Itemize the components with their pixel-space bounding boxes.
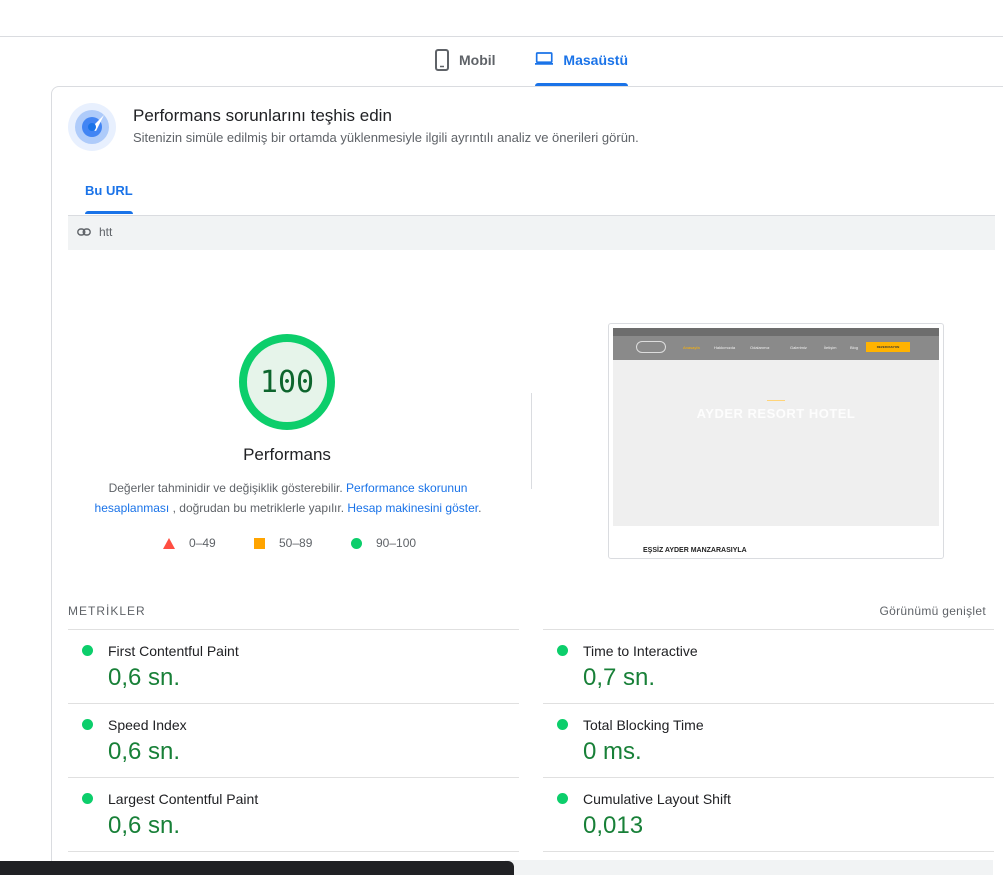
desc-text: , doğrudan bu metriklerle yapılır. (169, 501, 348, 515)
tab-desktop[interactable]: Masaüstü (535, 49, 628, 86)
score-value: 100 (259, 364, 315, 400)
legend-pass-label: 90–100 (376, 536, 417, 550)
tab-mobile[interactable]: Mobil (435, 49, 496, 86)
metric-si: Speed Index 0,6 sn. (68, 703, 519, 777)
screenshot-hero-line (767, 400, 785, 401)
pass-circle-icon (557, 719, 568, 730)
pass-circle-icon (82, 793, 93, 804)
tab-desktop-label: Masaüstü (563, 52, 628, 68)
metric-label: Time to Interactive (583, 643, 698, 659)
pass-circle-icon (82, 645, 93, 656)
bottom-toast-bar (0, 861, 514, 875)
metric-label: Total Blocking Time (583, 717, 704, 733)
metric-value: 0,6 sn. (108, 664, 181, 691)
metric-label: Cumulative Layout Shift (583, 791, 731, 807)
link-icon (77, 228, 91, 236)
smartphone-icon (435, 49, 449, 71)
metric-label: Largest Contentful Paint (108, 791, 259, 807)
pass-circle-icon (557, 645, 568, 656)
metric-cls: Cumulative Layout Shift 0,013 (543, 777, 994, 851)
legend-pass: 90–100 (351, 536, 416, 550)
screenshot-hero-title: AYDER RESORT HOTEL (696, 406, 856, 421)
bottom-info-strip (505, 860, 993, 875)
screenshot-nav-item: İletişim (824, 345, 837, 350)
metric-tbt: Total Blocking Time 0 ms. (543, 703, 994, 777)
screenshot-logo (636, 341, 666, 353)
desc-text: . (478, 501, 482, 515)
screenshot-nav-item: Anasayfa (683, 345, 700, 350)
page-screenshot: Anasayfa Hakkımızda Odalarımız Galerimiz… (608, 323, 944, 559)
metrics-heading: METRİKLER (68, 604, 146, 618)
screenshot-nav-item: Blog (850, 345, 859, 350)
score-label: Performans (243, 445, 331, 464)
metric-label: First Contentful Paint (108, 643, 239, 659)
metric-lcp: Largest Contentful Paint 0,6 sn. (68, 777, 519, 851)
metric-fcp: First Contentful Paint 0,6 sn. (68, 629, 519, 703)
device-tabs: Mobil Masaüstü (0, 37, 1003, 86)
legend-fail-label: 0–49 (189, 536, 216, 550)
screenshot-nav-item: Odalarımız (750, 345, 770, 350)
metric-value: 0 ms. (583, 738, 642, 765)
screenshot-book-button: REZERVASYON (866, 342, 910, 352)
metrics-divider (68, 851, 519, 852)
pass-circle-icon (557, 793, 568, 804)
diagnose-card: Performans sorunlarını teşhis edin Siten… (51, 86, 1003, 875)
desc-text: Değerler tahminidir ve değişiklik göster… (108, 481, 347, 495)
section-subtitle: Sitenizin simüle edilmiş bir ortamda yük… (133, 130, 639, 145)
square-icon (254, 537, 265, 549)
lighthouse-gauge-icon (68, 103, 116, 151)
pass-circle-icon (82, 719, 93, 730)
tab-this-url[interactable]: Bu URL (85, 183, 133, 214)
tab-mobile-label: Mobil (459, 52, 496, 68)
metric-value: 0,6 sn. (108, 812, 181, 839)
legend-fail: 0–49 (163, 536, 216, 550)
metric-value: 0,013 (583, 812, 644, 839)
vertical-divider (531, 393, 532, 489)
screenshot-nav-item: Hakkımızda (714, 345, 736, 350)
circle-icon (351, 537, 362, 549)
legend-average-label: 50–89 (279, 536, 313, 550)
laptop-icon (535, 52, 554, 65)
metric-value: 0,7 sn. (583, 664, 656, 691)
metric-label: Speed Index (108, 717, 187, 733)
metric-value: 0,6 sn. (108, 738, 181, 765)
calculator-link[interactable]: Hesap makinesini göster (347, 501, 478, 515)
screenshot-nav-item: Galerimiz (790, 345, 807, 350)
metric-tti: Time to Interactive 0,7 sn. (543, 629, 994, 703)
score-description: Değerler tahminidir ve değişiklik göster… (88, 478, 488, 518)
legend-average: 50–89 (254, 536, 312, 550)
section-title: Performans sorunlarını teşhis edin (133, 106, 392, 125)
metrics-divider (543, 851, 994, 852)
screenshot-topbar (613, 328, 939, 336)
expand-view-toggle[interactable]: Görünümü genişlet (880, 604, 987, 618)
triangle-icon (163, 537, 175, 549)
top-bar (0, 0, 1003, 37)
url-bar: htt (68, 216, 995, 250)
screenshot-section-title: EŞSİZ AYDER MANZARASIYLA (643, 547, 747, 554)
url-redaction (114, 225, 254, 239)
screenshot-hero (613, 360, 939, 526)
